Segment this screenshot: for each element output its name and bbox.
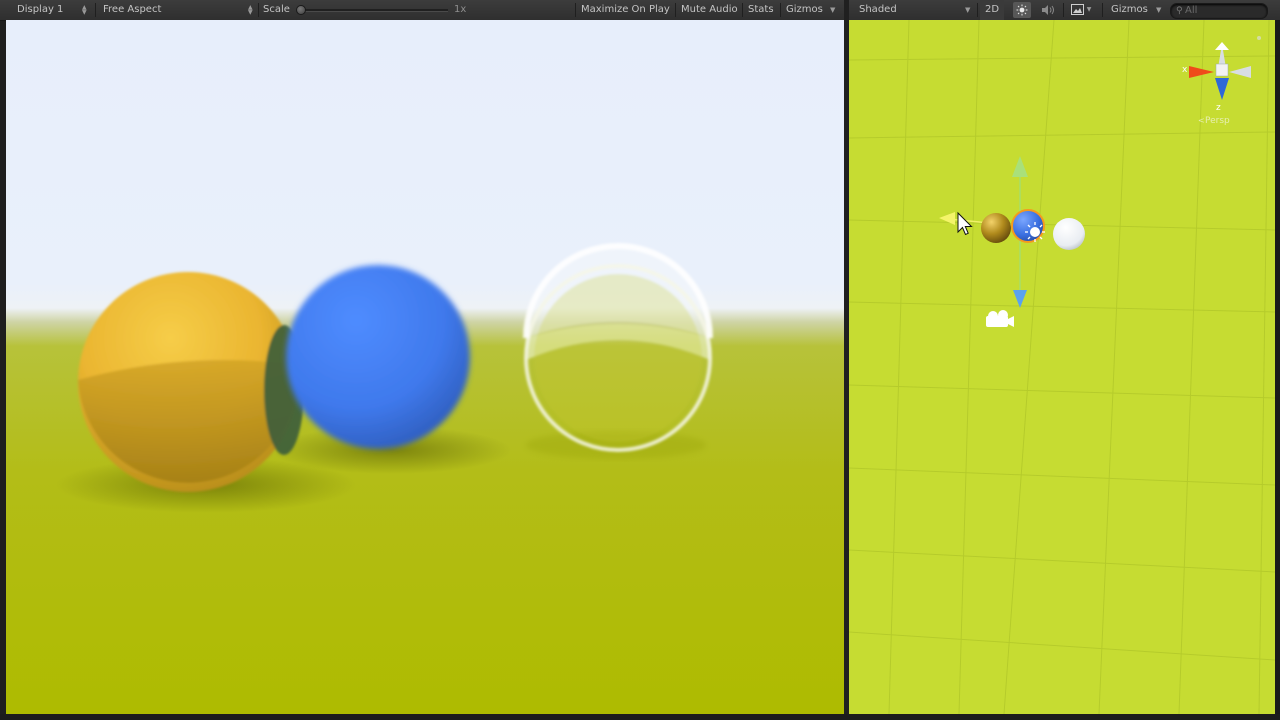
magnifier-icon: ⚲ — [1176, 6, 1183, 16]
game-render — [56, 243, 713, 513]
gizmo-x-arrow[interactable] — [939, 212, 955, 225]
camera-icon[interactable] — [986, 310, 1014, 327]
game-view[interactable] — [6, 20, 844, 714]
glass-sphere[interactable] — [523, 243, 713, 452]
dropdown-arrow-icon: ▼ — [1156, 6, 1162, 14]
toolbar-separator — [675, 3, 676, 17]
display-select-label: Display 1 — [17, 4, 64, 15]
display-select[interactable]: Display 1 ▲ ▼ — [10, 0, 90, 20]
scene-view-toolbar: Shaded ▼ 2D ▼ Gizmos ▼ ⚲ All — [849, 0, 1280, 21]
mute-audio-button[interactable]: Mute Audio — [681, 0, 738, 20]
toolbar-separator — [258, 3, 259, 17]
stats-button[interactable]: Stats — [748, 0, 774, 20]
gold-sphere[interactable] — [981, 213, 1011, 243]
draw-mode-label: Shaded — [859, 4, 897, 15]
sun-icon[interactable] — [1013, 2, 1031, 18]
orientation-gizmo[interactable] — [1189, 36, 1261, 100]
toolbar-separator — [575, 3, 576, 17]
scene-render: x z Persp < — [849, 20, 1275, 714]
speaker-icon-glyph — [1042, 5, 1054, 15]
bottom-border — [0, 714, 1280, 720]
dropdown-arrow-icon: ▼ — [830, 6, 836, 14]
toolbar-separator — [780, 3, 781, 17]
scene-search-input[interactable]: ⚲ All — [1170, 3, 1268, 19]
scale-value: 1x — [454, 4, 467, 15]
scale-slider-track[interactable] — [298, 9, 448, 12]
arrow-cursor-icon — [957, 211, 973, 236]
dropdown-arrow-icon: ▼ — [1086, 6, 1092, 13]
scene-gizmos-dropdown[interactable]: Gizmos ▼ — [1111, 0, 1167, 20]
toolbar-separator — [742, 3, 743, 17]
blue-sphere[interactable] — [1011, 209, 1045, 243]
dropdown-arrow-icon: ▼ — [965, 6, 971, 14]
speaker-icon[interactable] — [1039, 2, 1057, 18]
projection-arrow-icon: < — [1198, 116, 1205, 125]
draw-mode-select[interactable]: Shaded ▼ — [849, 0, 975, 20]
aspect-select-label: Free Aspect — [103, 4, 162, 15]
select-arrows-icon: ▲ ▼ — [248, 4, 253, 16]
projection-label[interactable]: Persp — [1205, 116, 1230, 126]
scene-gizmos-label: Gizmos — [1111, 4, 1148, 15]
yellow-sphere[interactable] — [78, 272, 304, 492]
image-icon[interactable]: ▼ — [1067, 2, 1095, 18]
game-view-toolbar: Display 1 ▲ ▼ Free Aspect ▲ ▼ Scale 1x Max… — [0, 0, 844, 21]
window-edge — [1275, 20, 1280, 720]
toolbar-separator — [1063, 3, 1064, 17]
toolbar-separator — [1102, 3, 1103, 17]
scale-slider-knob[interactable] — [296, 5, 306, 15]
gizmos-label: Gizmos — [786, 4, 823, 15]
maximize-on-play-button[interactable]: Maximize On Play — [581, 0, 670, 20]
gizmo-y-arrow[interactable] — [1012, 156, 1028, 177]
aspect-select[interactable]: Free Aspect ▲ ▼ — [96, 0, 258, 20]
orientation-x-label: x — [1182, 65, 1188, 75]
white-sphere[interactable] — [1053, 218, 1085, 250]
sun-icon-glyph — [1016, 4, 1028, 16]
blue-sphere[interactable] — [286, 265, 470, 449]
search-placeholder: All — [1185, 5, 1198, 16]
select-arrows-icon: ▲ ▼ — [82, 4, 87, 16]
scale-label: Scale — [263, 4, 290, 15]
mode-2d-button[interactable]: 2D — [980, 0, 1004, 20]
toolbar-separator — [977, 3, 978, 17]
gizmo-z-arrow[interactable] — [1013, 290, 1027, 308]
gizmos-dropdown[interactable]: Gizmos ▼ — [786, 0, 840, 20]
orientation-z-label: z — [1216, 103, 1221, 113]
scene-view[interactable]: x z Persp < — [849, 20, 1275, 714]
image-icon-glyph — [1070, 4, 1084, 15]
sun-icon[interactable] — [1025, 222, 1045, 242]
